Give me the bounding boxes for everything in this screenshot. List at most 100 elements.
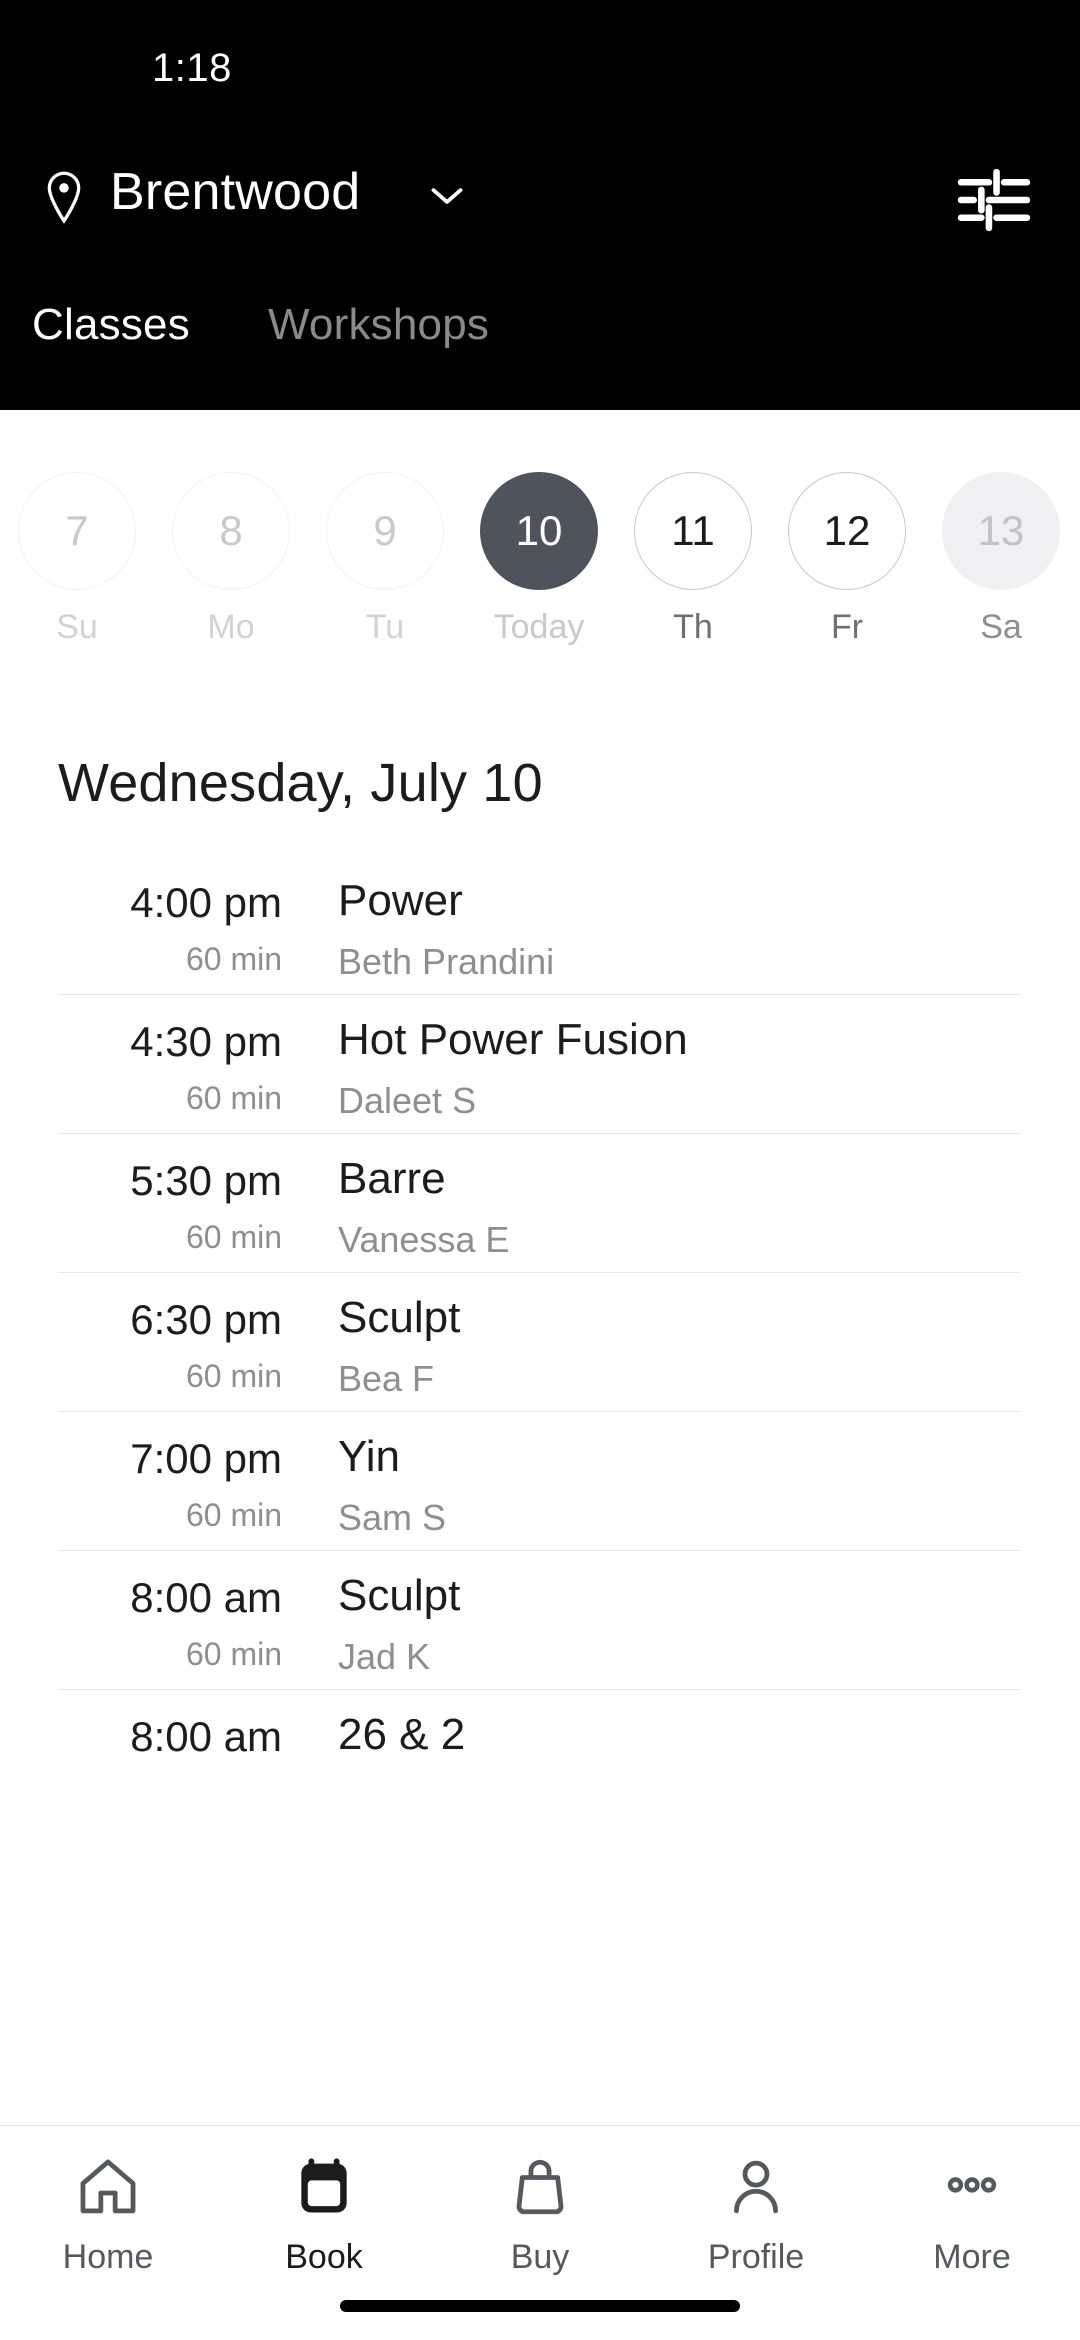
date-dow-label: Th (673, 608, 713, 646)
person-icon (648, 2148, 864, 2226)
nav-label-buy: Buy (510, 2238, 570, 2276)
class-name: Power (338, 876, 463, 925)
date-circle: 10 (480, 472, 598, 590)
filter-sliders-icon[interactable] (956, 164, 1032, 236)
row-divider (58, 1411, 1020, 1412)
class-name: Sculpt (338, 1293, 461, 1342)
class-time-column: 7:00 pm 60 min (0, 1435, 282, 1534)
class-instructor: Beth Prandini (338, 941, 555, 983)
location-pin-icon (42, 170, 86, 226)
date-dow-label: Su (56, 608, 98, 646)
class-name: Hot Power Fusion (338, 1015, 688, 1064)
class-instructor: Bea F (338, 1358, 435, 1400)
class-row[interactable]: 4:30 pm 60 min Hot Power Fusion Daleet S (0, 994, 1080, 1133)
class-info-column: Sculpt Bea F (338, 1293, 461, 1400)
nav-item-home[interactable]: Home (0, 2148, 216, 2277)
class-time: 8:00 am (130, 1713, 282, 1760)
tab-classes[interactable]: Classes (32, 300, 190, 350)
ellipsis-icon (864, 2148, 1080, 2226)
nav-item-book[interactable]: Book (216, 2148, 432, 2277)
class-time: 7:00 pm (130, 1435, 282, 1482)
status-bar-clock: 1:18 (152, 46, 232, 90)
date-cell-10[interactable]: 10 Today (462, 460, 616, 647)
app-screen: 1:18 Brentwood Classes Workshops 7 Su 8 … (0, 0, 1080, 2340)
calendar-icon (216, 2148, 432, 2226)
date-circle: 12 (788, 472, 906, 590)
date-circle: 11 (634, 472, 752, 590)
class-time: 4:00 pm (130, 879, 282, 926)
class-time: 4:30 pm (130, 1018, 282, 1065)
location-name: Brentwood (110, 163, 361, 221)
nav-label-book: Book (285, 2238, 363, 2276)
class-time-column: 8:00 am 60 min (0, 1574, 282, 1673)
class-duration: 60 min (185, 1636, 282, 1673)
class-info-column: 26 & 2 (338, 1710, 466, 1759)
date-cell-12[interactable]: 12 Fr (770, 460, 924, 647)
class-instructor: Vanessa E (338, 1219, 510, 1261)
class-info-column: Yin Sam S (338, 1432, 447, 1539)
class-duration: 60 min (185, 941, 282, 978)
date-strip: 7 Su 8 Mo 9 Tu 10 Today 11 Th 12 Fr 13 Sa (0, 460, 1080, 660)
class-row[interactable]: 6:30 pm 60 min Sculpt Bea F (0, 1272, 1080, 1411)
class-duration: 60 min (185, 1080, 282, 1117)
class-time-column: 4:30 pm 60 min (0, 1018, 282, 1117)
home-icon (0, 2148, 216, 2226)
class-row[interactable]: 8:00 am 26 & 2 (0, 1689, 1080, 1828)
class-duration: 60 min (185, 1497, 282, 1534)
class-time-column: 4:00 pm 60 min (0, 879, 282, 978)
class-time-column: 5:30 pm 60 min (0, 1158, 282, 1256)
date-circle: 13 (942, 472, 1060, 590)
chevron-down-icon[interactable] (430, 184, 464, 208)
header-tabs: Classes Workshops (0, 300, 1080, 390)
date-dow-label: Tu (365, 608, 405, 646)
date-cell-8[interactable]: 8 Mo (154, 460, 308, 647)
date-cell-7[interactable]: 7 Su (0, 460, 154, 647)
class-time-column: 6:30 pm 60 min (0, 1296, 282, 1395)
location-selector[interactable]: Brentwood (0, 150, 1080, 260)
date-dow-label: Fr (830, 608, 864, 646)
class-time: 8:00 am (130, 1574, 282, 1621)
class-row[interactable]: 4:00 pm 60 min Power Beth Prandini (0, 855, 1080, 994)
class-name: 26 & 2 (338, 1710, 466, 1759)
bag-icon (432, 2148, 648, 2226)
class-info-column: Hot Power Fusion Daleet S (338, 1015, 688, 1122)
class-info-column: Sculpt Jad K (338, 1571, 461, 1678)
date-cell-13[interactable]: 13 Sa (924, 460, 1078, 647)
nav-label-home: Home (62, 2238, 154, 2276)
class-time: 6:30 pm (130, 1296, 282, 1343)
class-instructor: Sam S (338, 1497, 447, 1539)
date-cell-9[interactable]: 9 Tu (308, 460, 462, 647)
class-row[interactable]: 8:00 am 60 min Sculpt Jad K (0, 1550, 1080, 1689)
class-row[interactable]: 7:00 pm 60 min Yin Sam S (0, 1411, 1080, 1550)
nav-item-profile[interactable]: Profile (648, 2148, 864, 2277)
class-name: Barre (338, 1154, 446, 1203)
class-row[interactable]: 5:30 pm 60 min Barre Vanessa E (0, 1133, 1080, 1272)
nav-label-profile: Profile (707, 2238, 805, 2276)
app-header: 1:18 Brentwood Classes Workshops (0, 0, 1080, 410)
class-duration: 60 min (185, 1219, 282, 1256)
row-divider (58, 1550, 1020, 1551)
class-list[interactable]: 4:00 pm 60 min Power Beth Prandini 4:30 pm 60… (0, 855, 1080, 2125)
class-info-column: Barre Vanessa E (338, 1154, 510, 1261)
class-info-column: Power Beth Prandini (338, 876, 555, 983)
class-duration: 60 min (185, 1358, 282, 1395)
class-name: Sculpt (338, 1571, 461, 1620)
tab-workshops[interactable]: Workshops (268, 300, 489, 350)
date-circle: 7 (18, 472, 136, 590)
date-circle: 9 (326, 472, 444, 590)
status-bar: 1:18 (0, 0, 1080, 90)
row-divider (58, 1272, 1020, 1273)
nav-item-more[interactable]: More (864, 2148, 1080, 2277)
nav-label-more: More (933, 2238, 1011, 2276)
date-dow-label: Mo (207, 608, 255, 646)
date-circle: 8 (172, 472, 290, 590)
date-dow-label: Today (493, 608, 585, 646)
home-indicator[interactable] (340, 2300, 740, 2312)
row-divider (58, 1689, 1020, 1690)
class-instructor: Jad K (338, 1636, 431, 1678)
row-divider (58, 994, 1020, 995)
row-divider (58, 1133, 1020, 1134)
nav-item-buy[interactable]: Buy (432, 2148, 648, 2277)
date-cell-11[interactable]: 11 Th (616, 460, 770, 647)
day-heading: Wednesday, July 10 (58, 753, 543, 813)
